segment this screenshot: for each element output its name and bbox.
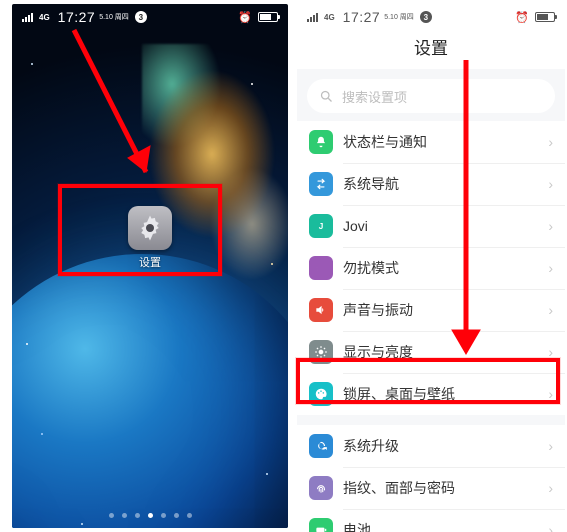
gear-icon: [128, 206, 172, 250]
status-date: 5.10 周四: [384, 14, 414, 21]
status-time: 17:27: [343, 9, 381, 25]
chevron-right-icon: ›: [548, 522, 553, 532]
settings-row[interactable]: 指纹、面部与密码›: [297, 467, 565, 509]
settings-row-label: 指纹、面部与密码: [333, 478, 548, 498]
volume-icon: [309, 298, 333, 322]
settings-row[interactable]: J Jovi›: [297, 205, 565, 247]
status-time: 17:27: [58, 9, 96, 25]
settings-row-label: 勿扰模式: [333, 258, 548, 278]
search-placeholder: 搜索设置项: [342, 87, 407, 106]
notification-badge[interactable]: 3: [420, 11, 432, 23]
chevron-right-icon: ›: [548, 480, 553, 496]
settings-row-label: Jovi: [333, 218, 548, 234]
battery-icon: [309, 518, 333, 532]
chevron-right-icon: ›: [548, 344, 553, 360]
settings-row-label: 声音与振动: [333, 300, 548, 320]
page-indicator[interactable]: [12, 513, 288, 518]
palette-icon: [309, 382, 333, 406]
status-bar: 4G 17:27 5.10 周四 3 ⏰: [297, 4, 565, 28]
chevron-right-icon: ›: [548, 302, 553, 318]
signal-icon: [307, 12, 318, 22]
alarm-icon: ⏰: [238, 11, 252, 24]
status-bar: 4G 17:27 5.10 周四 3 ⏰: [12, 4, 288, 28]
chevron-right-icon: ›: [548, 218, 553, 234]
settings-row[interactable]: 电池›: [297, 509, 565, 532]
svg-text:J: J: [319, 222, 324, 231]
notification-badge[interactable]: 3: [135, 11, 147, 23]
settings-row[interactable]: 系统导航›: [297, 163, 565, 205]
swap-icon: [309, 172, 333, 196]
settings-row-label: 状态栏与通知: [333, 132, 548, 152]
sun-icon: [309, 340, 333, 364]
app-icon-settings[interactable]: 设置: [128, 206, 172, 270]
settings-panel: 4G 17:27 5.10 周四 3 ⏰ 设置 搜索设置项 状态栏与通知›系统导…: [294, 4, 565, 528]
bell-icon: [309, 130, 333, 154]
chevron-right-icon: ›: [548, 176, 553, 192]
settings-row[interactable]: 锁屏、桌面与壁纸›: [297, 373, 565, 415]
network-label: 4G: [39, 13, 50, 22]
settings-list: 状态栏与通知›系统导航›JJovi›勿扰模式›声音与振动›显示与亮度›锁屏、桌面…: [297, 121, 565, 532]
settings-row[interactable]: 状态栏与通知›: [297, 121, 565, 163]
chevron-right-icon: ›: [548, 134, 553, 150]
homescreen-panel: 4G 17:27 5.10 周四 3 ⏰ 设置: [12, 4, 288, 528]
moon-icon: [309, 256, 333, 280]
chevron-right-icon: ›: [548, 386, 553, 402]
settings-row-label: 电池: [333, 520, 548, 532]
search-icon: [319, 89, 334, 104]
page-title: 设置: [297, 28, 565, 69]
alarm-icon: ⏰: [515, 11, 529, 24]
settings-row[interactable]: 系统升级›: [297, 425, 565, 467]
app-label: 设置: [128, 254, 172, 270]
network-label: 4G: [324, 13, 335, 22]
chevron-right-icon: ›: [548, 438, 553, 454]
refresh-icon: [309, 434, 333, 458]
settings-row[interactable]: 勿扰模式›: [297, 247, 565, 289]
settings-row[interactable]: 显示与亮度›: [297, 331, 565, 373]
status-date: 5.10 周四: [99, 14, 129, 21]
search-input[interactable]: 搜索设置项: [307, 79, 555, 113]
battery-icon: [258, 12, 278, 22]
settings-row-label: 显示与亮度: [333, 342, 548, 362]
settings-row-label: 系统升级: [333, 436, 548, 456]
settings-row[interactable]: 声音与振动›: [297, 289, 565, 331]
chevron-right-icon: ›: [548, 260, 553, 276]
settings-row-label: 锁屏、桌面与壁纸: [333, 384, 548, 404]
signal-icon: [22, 12, 33, 22]
jovi-icon: J: [309, 214, 333, 238]
settings-row-label: 系统导航: [333, 174, 548, 194]
fingerprint-icon: [309, 476, 333, 500]
battery-icon: [535, 12, 555, 22]
